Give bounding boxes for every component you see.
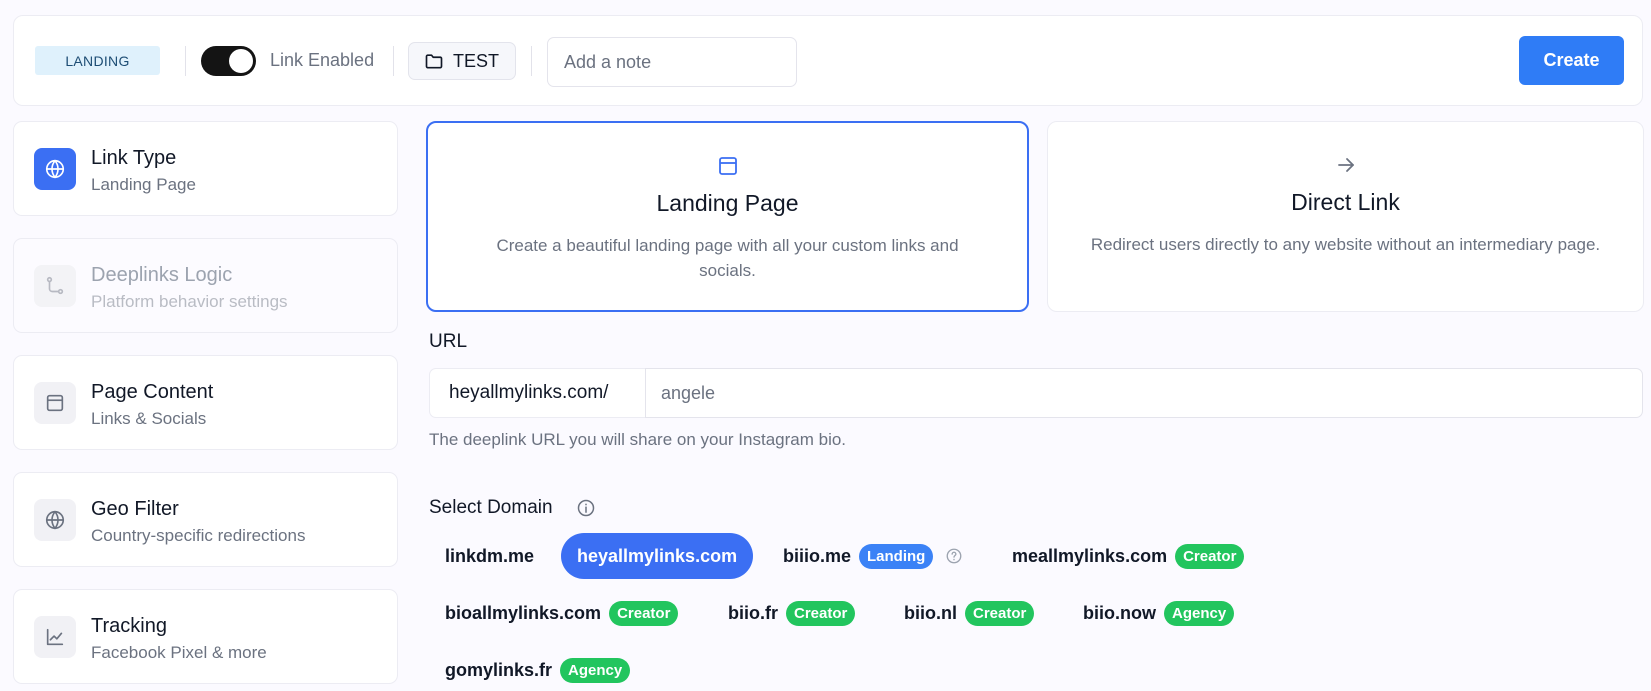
sidebar-item-deeplinks-logic: Deeplinks Logic Platform behavior settin…	[13, 238, 398, 333]
help-circle-icon[interactable]	[945, 547, 963, 565]
note-input[interactable]	[547, 37, 797, 87]
layout-icon	[428, 154, 1027, 178]
layout-icon	[34, 382, 76, 424]
domain-option[interactable]: linkdm.me	[429, 533, 550, 579]
sidebar-item-tracking[interactable]: Tracking Facebook Pixel & more	[13, 589, 398, 684]
url-prefix: heyallmylinks.com/	[429, 368, 645, 418]
sidebar-item-subtitle: Facebook Pixel & more	[91, 643, 267, 662]
landing-page-card[interactable]: Landing Page Create a beautiful landing …	[426, 121, 1029, 312]
folder-label: TEST	[453, 50, 500, 71]
domain-name: meallmylinks.com	[1012, 545, 1168, 566]
domain-name: biio.fr	[728, 602, 778, 623]
info-icon[interactable]	[576, 498, 596, 518]
sidebar-item-page-content[interactable]: Page Content Links & Socials	[13, 355, 398, 450]
domain-name: bioallmylinks.com	[445, 602, 602, 623]
git-branch-icon	[34, 265, 76, 307]
divider	[531, 46, 532, 76]
folder-button[interactable]: TEST	[408, 42, 516, 80]
url-slug-input[interactable]	[645, 368, 1643, 418]
top-bar: LANDING Link Enabled TEST Create	[13, 15, 1643, 106]
divider	[185, 46, 186, 76]
globe-icon	[34, 499, 76, 541]
domain-option[interactable]: biio.nl Creator	[888, 590, 1050, 636]
domain-option-selected[interactable]: heyallmylinks.com	[561, 533, 754, 579]
domain-name: biiio.me	[783, 545, 852, 566]
mode-badge: LANDING	[35, 46, 160, 75]
domain-option[interactable]: biio.now Agency	[1067, 590, 1250, 636]
domain-name: heyallmylinks.com	[577, 545, 738, 566]
domain-option[interactable]: gomylinks.fr Agency	[429, 647, 646, 691]
tier-badge: Creator	[965, 600, 1035, 626]
domain-name: biio.nl	[904, 602, 957, 623]
link-enabled-toggle[interactable]	[201, 46, 256, 76]
domain-name: linkdm.me	[445, 545, 535, 566]
create-button[interactable]: Create	[1519, 36, 1624, 85]
link-enabled-label: Link Enabled	[270, 50, 375, 70]
sidebar-item-geo-filter[interactable]: Geo Filter Country-specific redirections	[13, 472, 398, 567]
tier-badge: Landing	[859, 543, 934, 569]
sidebar-item-title: Deeplinks Logic	[91, 264, 233, 286]
tier-badge: Creator	[786, 600, 856, 626]
domain-option[interactable]: biiio.me Landing	[767, 533, 979, 579]
tier-badge: Agency	[1163, 600, 1235, 626]
domain-option[interactable]: bioallmylinks.com Creator	[429, 590, 694, 636]
arrow-right-icon	[1048, 153, 1643, 177]
sidebar-item-subtitle: Links & Socials	[91, 409, 207, 428]
domain-option[interactable]: biio.fr Creator	[712, 590, 871, 636]
url-help-text: The deeplink URL you will share on your …	[429, 430, 847, 449]
select-domain-label: Select Domain	[429, 497, 553, 518]
card-title: Direct Link	[1291, 189, 1400, 215]
card-description: Redirect users directly to any website w…	[1090, 235, 1601, 254]
toggle-knob	[229, 49, 253, 73]
sidebar-item-subtitle: Landing Page	[91, 175, 196, 194]
tier-badge: Creator	[1175, 543, 1245, 569]
sidebar-item-title: Geo Filter	[91, 498, 179, 520]
sidebar-item-subtitle: Platform behavior settings	[91, 292, 288, 311]
tier-badge: Creator	[609, 600, 679, 626]
sidebar-item-title: Tracking	[91, 615, 167, 637]
domain-name: gomylinks.fr	[445, 659, 553, 680]
globe-icon	[34, 148, 76, 190]
line-chart-icon	[34, 616, 76, 658]
direct-link-card[interactable]: Direct Link Redirect users directly to a…	[1047, 121, 1644, 312]
sidebar-item-title: Page Content	[91, 381, 214, 403]
sidebar-item-subtitle: Country-specific redirections	[91, 526, 306, 545]
sidebar-item-link-type[interactable]: Link Type Landing Page	[13, 121, 398, 216]
folder-icon	[425, 54, 443, 69]
url-label: URL	[429, 331, 468, 352]
sidebar-item-title: Link Type	[91, 147, 177, 169]
domain-option[interactable]: meallmylinks.com Creator	[996, 533, 1260, 579]
card-title: Landing Page	[656, 190, 799, 216]
divider	[393, 46, 394, 76]
tier-badge: Agency	[560, 657, 631, 683]
domain-name: biio.now	[1083, 602, 1156, 623]
card-description: Create a beautiful landing page with all…	[496, 236, 959, 280]
